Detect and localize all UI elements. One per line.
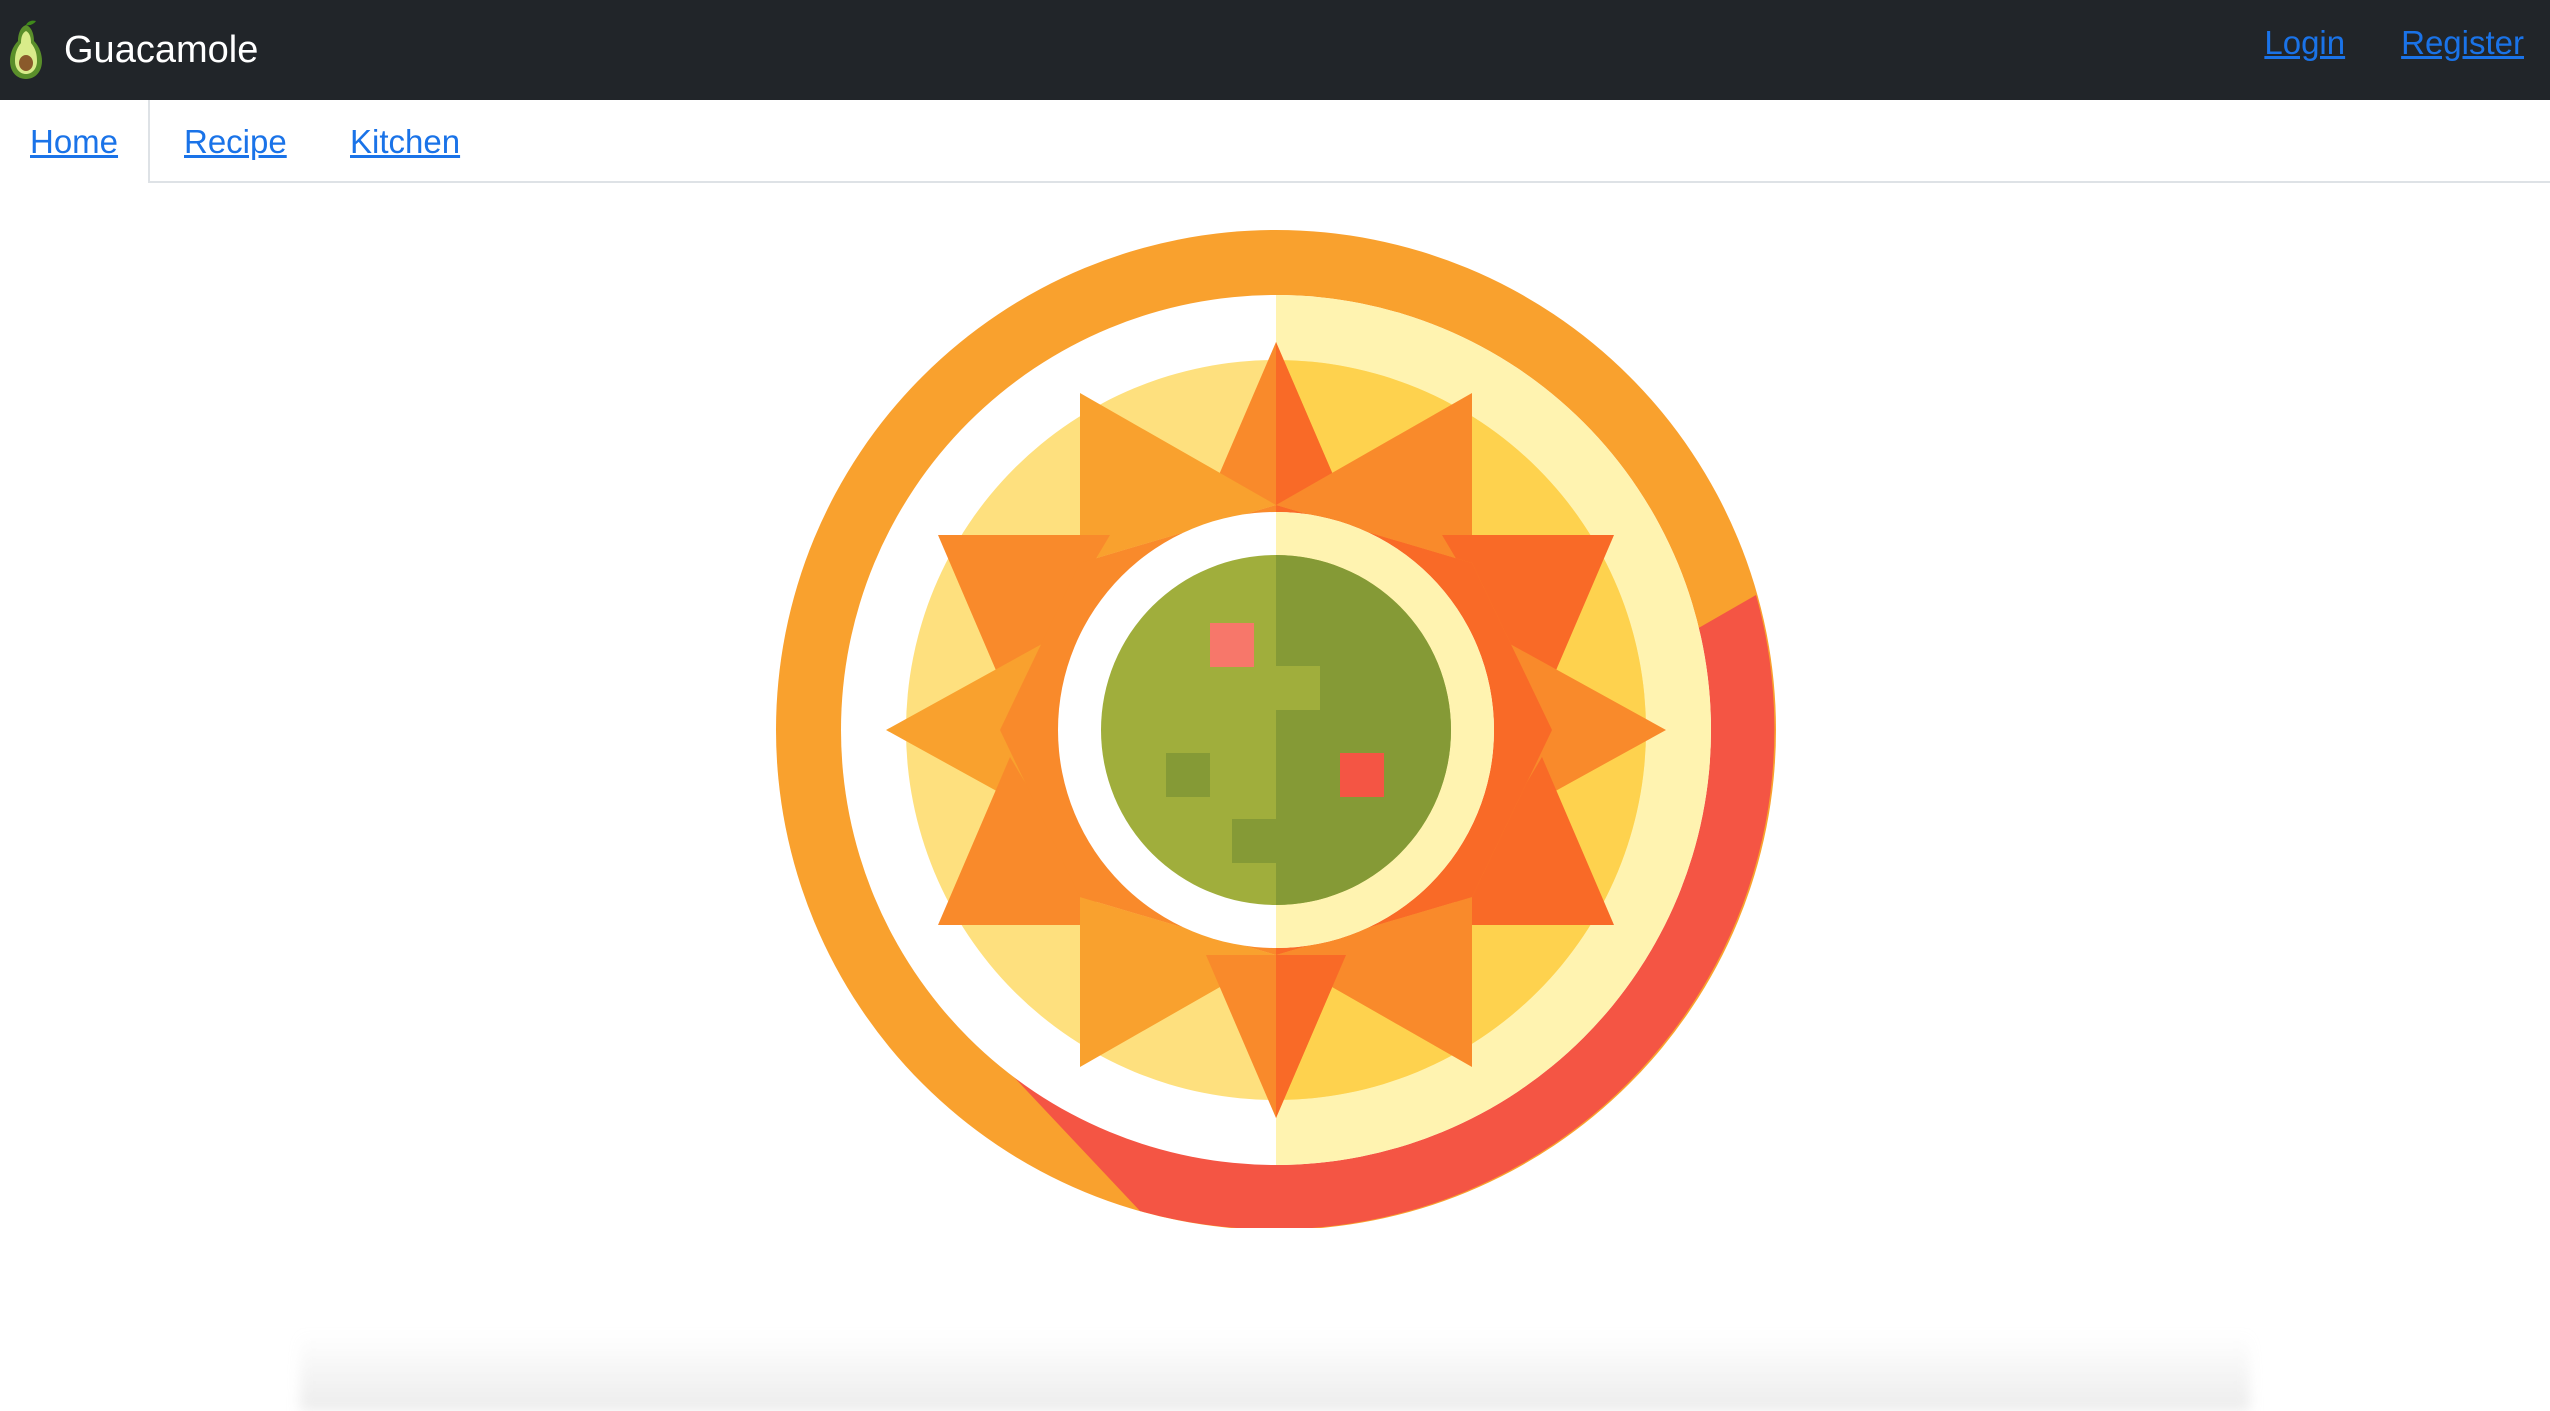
hero-section xyxy=(0,183,2550,1411)
tab-recipe-label[interactable]: Recipe xyxy=(184,123,287,161)
tab-home[interactable]: Home xyxy=(0,100,150,183)
top-navbar: Guacamole Login Register xyxy=(0,0,2550,100)
login-link[interactable]: Login xyxy=(2264,24,2345,62)
brand-name: Guacamole xyxy=(64,29,259,71)
tab-home-label[interactable]: Home xyxy=(30,123,118,161)
tab-kitchen-label[interactable]: Kitchen xyxy=(350,123,460,161)
hero-bottom-shadow xyxy=(300,1333,2250,1411)
tab-recipe[interactable]: Recipe xyxy=(184,100,287,183)
auth-links: Login Register xyxy=(2264,24,2524,62)
guacamole-bowl-illustration xyxy=(776,230,1776,1228)
brand[interactable]: Guacamole xyxy=(6,12,258,88)
register-link[interactable]: Register xyxy=(2401,24,2524,62)
avocado-icon xyxy=(6,19,46,81)
nav-tabs: Home Recipe Kitchen xyxy=(0,100,2550,183)
tab-kitchen[interactable]: Kitchen xyxy=(350,100,460,183)
